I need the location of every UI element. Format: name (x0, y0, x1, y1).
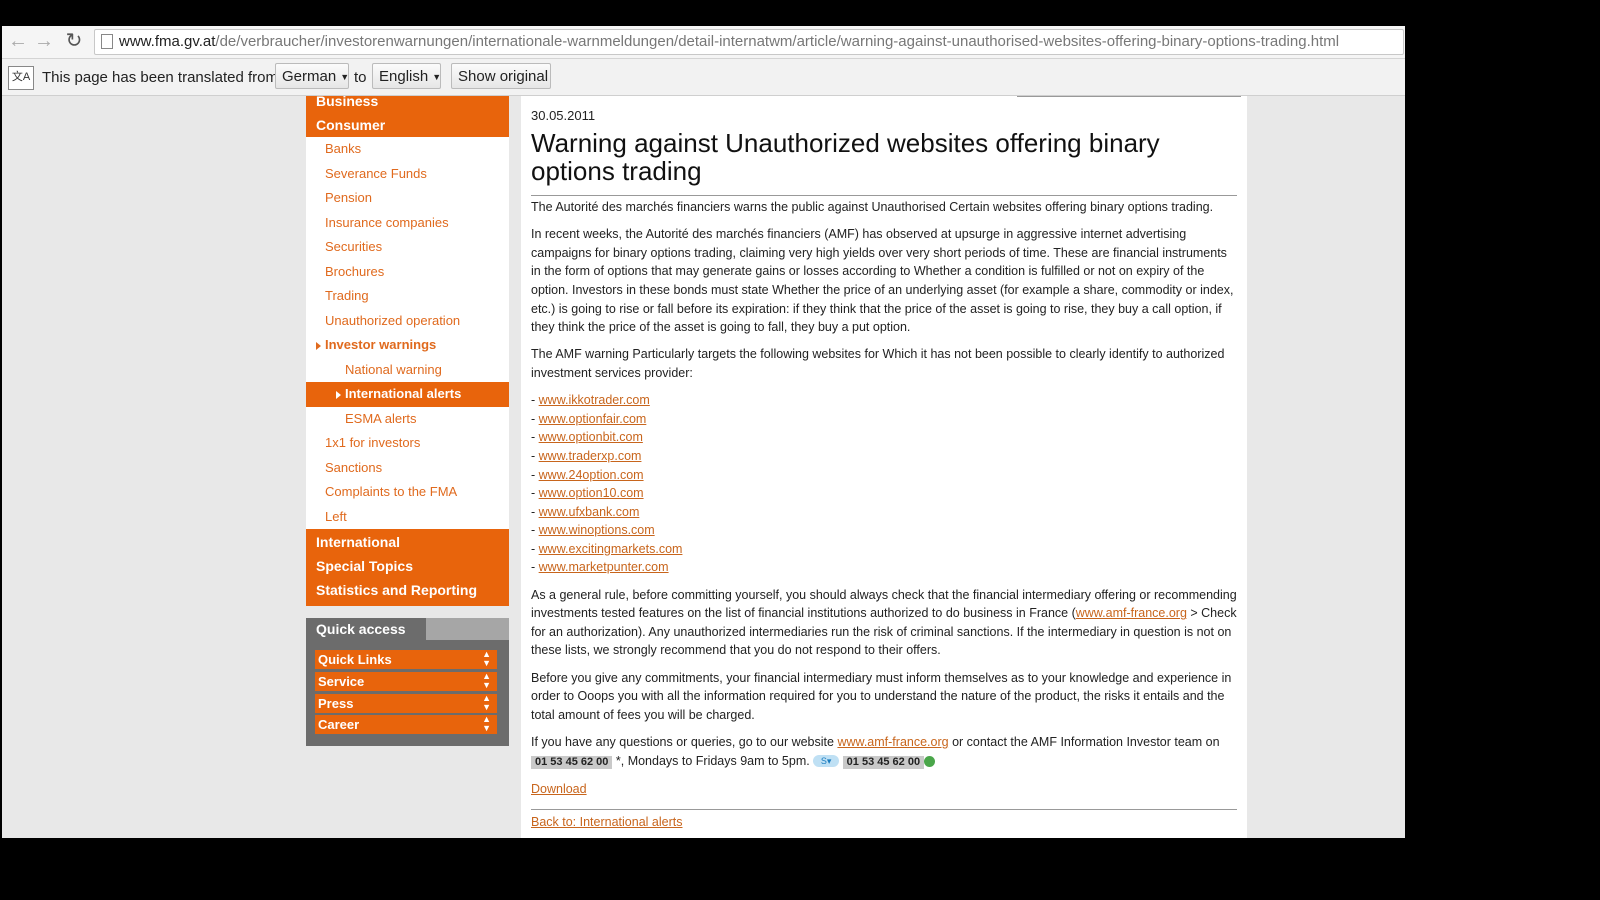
nav-consumer[interactable]: Consumer (306, 113, 509, 137)
article-date: 30.05.2011 (531, 108, 596, 123)
site-link[interactable]: www.marketpunter.com (539, 560, 669, 574)
address-url[interactable]: www.fma.gv.at/de/verbraucher/investorenw… (119, 33, 1339, 50)
quick-access-panel: Quick access Quick Links ▲ ▼ Service ▲ ▼ Pre… (306, 618, 509, 746)
address-bar[interactable]: www.fma.gv.at/de/verbraucher/investorenw… (94, 29, 1404, 55)
list-item: - www.24option.com (531, 467, 644, 482)
nav-item-international-alerts[interactable]: International alerts (306, 382, 509, 407)
page-content: Business Consumer Banks Severance Funds … (2, 94, 1405, 838)
site-link[interactable]: www.option10.com (539, 486, 644, 500)
forward-arrow-icon[interactable]: → (32, 30, 56, 54)
left-navigation: Business Consumer Banks Severance Funds … (306, 94, 509, 606)
site-link[interactable]: www.ufxbank.com (539, 505, 640, 519)
quick-access-title: Quick access (306, 618, 426, 640)
service-select[interactable]: Service ▲ ▼ (315, 672, 497, 691)
nav-item-investor-warnings[interactable]: Investor warnings (306, 333, 509, 358)
nav-item-banks[interactable]: Banks (306, 137, 509, 162)
list-item: - www.ikkotrader.com (531, 393, 650, 408)
article-main: 30.05.2011 Warning against Unauthorized … (521, 96, 1247, 838)
updown-arrows-icon: ▲ ▼ (482, 714, 491, 733)
phone-number[interactable]: 01 53 45 62 00 (531, 755, 613, 769)
list-item: - www.winoptions.com (531, 523, 655, 538)
translate-bar: 文A This page has been translated from Ge… (2, 59, 1405, 96)
nav-item-complaints[interactable]: Complaints to the FMA (306, 480, 509, 505)
nav-item-1x1-for-investors[interactable]: 1x1 for investors (306, 431, 509, 456)
translate-prefix: This page has been translated from (42, 69, 278, 86)
amf-link[interactable]: www.amf-france.org (1076, 606, 1187, 620)
nav-item-left[interactable]: Left (306, 505, 509, 530)
amf-link[interactable]: www.amf-france.org (837, 735, 948, 749)
nav-item-brochures[interactable]: Brochures (306, 260, 509, 285)
to-language-select[interactable]: English ▼ (372, 63, 441, 89)
divider (531, 808, 1237, 810)
nav-item-severance-funds[interactable]: Severance Funds (306, 162, 509, 187)
article-paragraph-4: Before you give any commitments, your fi… (531, 670, 1232, 722)
site-link[interactable]: www.winoptions.com (539, 523, 655, 537)
list-item: - www.ufxbank.com (531, 504, 640, 519)
download-row: Download (531, 780, 1237, 799)
call-icon[interactable] (924, 755, 936, 767)
back-arrow-icon[interactable]: ← (6, 30, 30, 54)
list-item: - www.optionbit.com (531, 430, 643, 445)
nav-international[interactable]: International (306, 530, 509, 554)
back-row: Back to: International alerts (531, 813, 1237, 832)
nav-item-insurance-companies[interactable]: Insurance companies (306, 211, 509, 236)
show-original-button[interactable]: Show original (451, 63, 551, 89)
nav-item-esma-alerts[interactable]: ESMA alerts (306, 407, 509, 432)
list-item: - www.marketpunter.com (531, 560, 669, 575)
quick-access-box: Quick Links ▲ ▼ Service ▲ ▼ Press ▲ ▼ Career ▲ ▼ (306, 640, 509, 746)
site-link[interactable]: www.optionbit.com (539, 430, 643, 444)
list-item: - www.optionfair.com (531, 411, 647, 426)
download-link[interactable]: Download (531, 782, 587, 796)
back-link[interactable]: Back to: International alerts (531, 815, 682, 829)
browser-window: ← → ↻ www.fma.gv.at/de/verbraucher/inves… (2, 26, 1405, 838)
article-intro: The Autorité des marchés financiers warn… (531, 200, 1214, 214)
translate-icon: 文A (8, 66, 34, 90)
nav-item-national-warning[interactable]: National warning (306, 358, 509, 383)
site-link[interactable]: www.24option.com (539, 468, 644, 482)
nav-special-topics[interactable]: Special Topics (306, 554, 509, 578)
nav-statistics-reporting[interactable]: Statistics and Reporting (306, 578, 509, 602)
nav-consumer-submenu: Banks Severance Funds Pension Insurance … (306, 137, 509, 529)
article-body: 30.05.2011 Warning against Unauthorized … (531, 108, 1237, 838)
chevron-down-icon: ▼ (432, 72, 442, 83)
skype-icon[interactable]: S▾ (813, 755, 840, 768)
site-link[interactable]: www.optionfair.com (539, 412, 647, 426)
from-language-select[interactable]: German ▼ (275, 63, 349, 89)
updown-arrows-icon: ▲ ▼ (482, 649, 491, 668)
website-list: - www.ikkotrader.com - www.optionfair.co… (531, 391, 1237, 577)
translate-to-label: to (354, 69, 367, 86)
chevron-down-icon: ▼ (340, 72, 350, 83)
site-link[interactable]: www.ikkotrader.com (539, 393, 650, 407)
arrow-right-icon (316, 341, 321, 350)
nav-item-pension[interactable]: Pension (306, 186, 509, 211)
nav-item-sanctions[interactable]: Sanctions (306, 456, 509, 481)
divider (531, 195, 1237, 196)
career-select[interactable]: Career ▲ ▼ (315, 715, 497, 734)
press-select[interactable]: Press ▲ ▼ (315, 692, 497, 713)
article-title: Warning against Unauthorized websites of… (531, 128, 1160, 186)
page-icon (101, 34, 113, 49)
nav-bottom-group: International Special Topics Statistics … (306, 529, 509, 606)
reload-icon[interactable]: ↻ (62, 30, 86, 54)
site-link[interactable]: www.excitingmarkets.com (539, 542, 683, 556)
nav-item-trading[interactable]: Trading (306, 284, 509, 309)
article-paragraph-1: In recent weeks, the Autorité des marché… (531, 227, 1234, 335)
article-paragraph-2: The AMF warning Particularly targets the… (531, 347, 1225, 380)
nav-item-unauthorized-operation[interactable]: Unauthorized operation (306, 309, 509, 334)
nav-item-securities[interactable]: Securities (306, 235, 509, 260)
nav-business[interactable]: Business (306, 94, 509, 113)
updown-arrows-icon: ▲ ▼ (482, 692, 491, 712)
arrow-right-icon (336, 390, 341, 399)
updown-arrows-icon: ▲ ▼ (482, 671, 491, 690)
divider (1017, 96, 1241, 97)
list-item: - www.option10.com (531, 486, 644, 501)
list-item: - www.excitingmarkets.com (531, 541, 683, 556)
site-link[interactable]: www.traderxp.com (539, 449, 642, 463)
article-paragraph-5: If you have any questions or queries, go… (531, 735, 1220, 769)
quick-links-select[interactable]: Quick Links ▲ ▼ (315, 650, 497, 669)
article-paragraph-3: As a general rule, before committing you… (531, 587, 1237, 658)
phone-number[interactable]: 01 53 45 62 00 (842, 755, 925, 769)
list-item: - www.traderxp.com (531, 448, 642, 463)
browser-toolbar: ← → ↻ www.fma.gv.at/de/verbraucher/inves… (2, 26, 1405, 59)
